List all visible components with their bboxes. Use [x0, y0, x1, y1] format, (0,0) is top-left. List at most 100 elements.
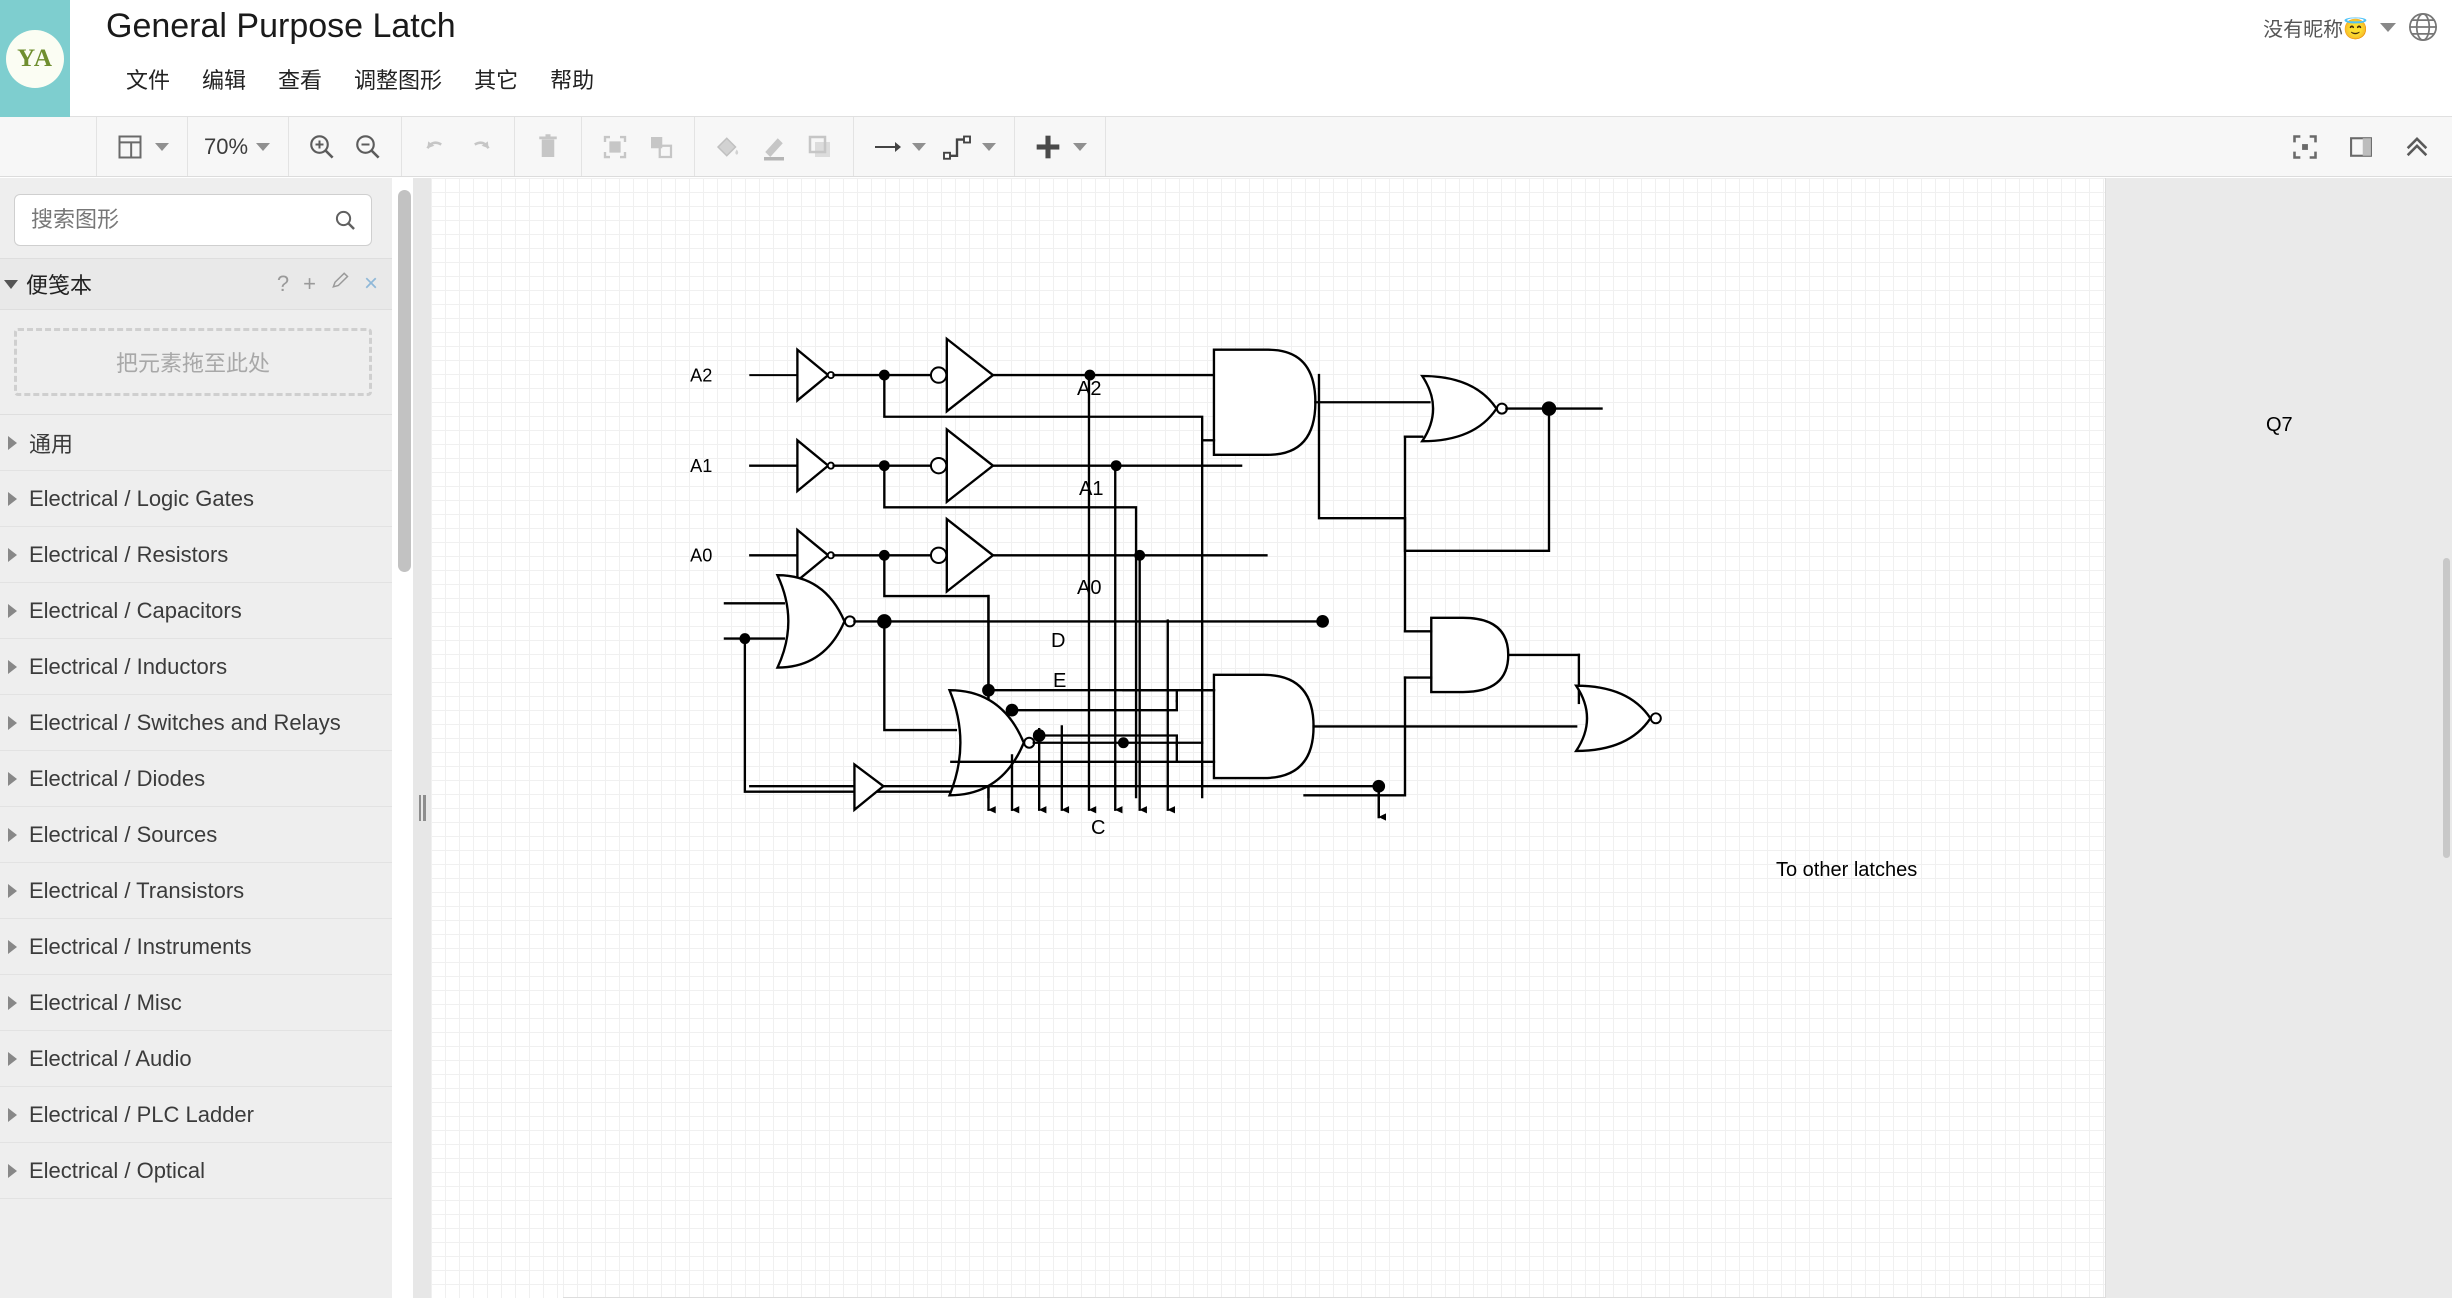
- layout-panel-button[interactable]: [107, 124, 153, 170]
- and-gate-mid: [1430, 616, 1510, 694]
- and-gate-lower: [1212, 673, 1315, 780]
- add-icon[interactable]: +: [303, 271, 316, 297]
- label-a0: A0: [690, 546, 712, 566]
- toolbar-group-style: [695, 117, 855, 176]
- category-inductors[interactable]: Electrical / Inductors: [0, 639, 392, 695]
- layout-chevron-down-icon[interactable]: [155, 142, 169, 151]
- triangle-right-icon: [8, 547, 17, 562]
- nor-bubble-bottom: [1649, 712, 1662, 725]
- menu-view[interactable]: 查看: [262, 60, 338, 98]
- search-icon[interactable]: [333, 207, 357, 233]
- diagram-canvas[interactable]: A2 A1 A0 A2 A1 A0 D E C Q7 To other latc…: [431, 178, 2452, 1298]
- latch-circuit-diagram[interactable]: A2 A1 A0: [661, 328, 2111, 1143]
- redo-button[interactable]: [458, 124, 504, 170]
- bring-to-front-button[interactable]: [592, 124, 638, 170]
- sidebar-scrollbar[interactable]: [398, 190, 412, 1298]
- insert-button[interactable]: [1025, 124, 1071, 170]
- app-logo[interactable]: YA: [0, 0, 70, 117]
- collapse-toolbar-button[interactable]: [2394, 124, 2440, 170]
- menu-bar: 文件 编辑 查看 调整图形 其它 帮助: [110, 60, 610, 98]
- category-capacitors[interactable]: Electrical / Capacitors: [0, 583, 392, 639]
- label-a1: A1: [1079, 478, 1104, 500]
- category-label: Electrical / Resistors: [29, 541, 229, 567]
- connection-arrow-button[interactable]: [864, 124, 910, 170]
- inv-bubble-a2: [929, 366, 948, 384]
- waypoint-button[interactable]: [934, 124, 980, 170]
- zoom-chevron-down-icon[interactable]: [256, 142, 271, 151]
- sidebar-scrollbar-thumb[interactable]: [398, 190, 411, 572]
- search-box[interactable]: [14, 194, 372, 246]
- zoom-in-icon: [310, 134, 334, 159]
- shadow-button[interactable]: [797, 124, 843, 170]
- nor-gate-q7: [1420, 374, 1498, 443]
- panel-splitter-handle[interactable]: [419, 795, 426, 821]
- label-c: C: [1091, 817, 1106, 839]
- category-transistors[interactable]: Electrical / Transistors: [0, 863, 392, 919]
- triangle-right-icon: [8, 1163, 17, 1178]
- undo-button[interactable]: [412, 124, 458, 170]
- category-general[interactable]: 通用: [0, 415, 392, 471]
- chevron-down-icon[interactable]: [2380, 22, 2396, 32]
- connection-chevron-down-icon[interactable]: [912, 142, 927, 151]
- help-icon[interactable]: ?: [277, 271, 289, 297]
- line-color-icon: [764, 137, 785, 160]
- menu-arrange[interactable]: 调整图形: [338, 60, 458, 98]
- category-audio[interactable]: Electrical / Audio: [0, 1031, 392, 1087]
- user-name-label[interactable]: 没有昵称😇: [2263, 13, 2368, 42]
- triangle-right-icon: [8, 939, 17, 954]
- triangle-right-icon: [8, 491, 17, 506]
- line-color-button[interactable]: [751, 124, 797, 170]
- category-resistors[interactable]: Electrical / Resistors: [0, 527, 392, 583]
- toolbar-group-zoom: [289, 117, 403, 176]
- triangle-right-icon: [8, 1107, 17, 1122]
- undo-icon: [426, 140, 442, 149]
- search-area: [0, 178, 392, 258]
- canvas-scrollbar-thumb[interactable]: [2443, 558, 2450, 858]
- inv-bubble-a1: [929, 456, 948, 475]
- delete-button[interactable]: [525, 124, 571, 170]
- category-misc[interactable]: Electrical / Misc: [0, 975, 392, 1031]
- insert-chevron-down-icon[interactable]: [1073, 142, 1088, 151]
- menu-edit[interactable]: 编辑: [186, 60, 262, 98]
- category-diodes[interactable]: Electrical / Diodes: [0, 751, 392, 807]
- triangle-down-icon[interactable]: [4, 279, 18, 289]
- pencil-icon[interactable]: [330, 271, 350, 297]
- zoom-out-button[interactable]: [345, 124, 391, 170]
- label-d: D: [1051, 630, 1066, 652]
- fill-color-button[interactable]: [705, 124, 751, 170]
- category-switches-and-relays[interactable]: Electrical / Switches and Relays: [0, 695, 392, 751]
- label-to-other-latches: To other latches: [1776, 859, 1918, 881]
- fit-page-button[interactable]: [2282, 124, 2328, 170]
- category-sources[interactable]: Electrical / Sources: [0, 807, 392, 863]
- category-instruments[interactable]: Electrical / Instruments: [0, 919, 392, 975]
- and-gate-top: [1212, 348, 1317, 456]
- menu-help[interactable]: 帮助: [534, 60, 610, 98]
- fit-page-icon: [2293, 135, 2317, 159]
- category-logic-gates[interactable]: Electrical / Logic Gates: [0, 471, 392, 527]
- close-icon[interactable]: ×: [364, 270, 378, 298]
- globe-icon[interactable]: [2408, 12, 2438, 42]
- category-label: Electrical / Switches and Relays: [29, 709, 341, 735]
- search-input[interactable]: [29, 206, 333, 234]
- menu-file[interactable]: 文件: [110, 60, 186, 98]
- waypoint-chevron-down-icon[interactable]: [982, 142, 997, 151]
- fill-color-icon: [716, 136, 739, 157]
- junction-in-and-lower-2: [1005, 703, 1019, 717]
- page-title[interactable]: General Purpose Latch: [106, 7, 456, 46]
- category-plc-ladder[interactable]: Electrical / PLC Ladder: [0, 1087, 392, 1143]
- canvas-vertical-scrollbar[interactable]: [2442, 178, 2452, 1298]
- category-label: Electrical / Capacitors: [29, 597, 242, 623]
- menu-extras[interactable]: 其它: [458, 60, 534, 98]
- scratchpad-header[interactable]: 便笺本 ? + ×: [0, 258, 392, 310]
- format-panel-button[interactable]: [2338, 124, 2384, 170]
- triangle-right-icon: [8, 771, 17, 786]
- scratchpad-dropzone[interactable]: 把元素拖至此处: [14, 328, 372, 396]
- category-optical[interactable]: Electrical / Optical: [0, 1143, 392, 1199]
- panel-splitter[interactable]: [413, 178, 431, 1298]
- zoom-in-button[interactable]: [299, 124, 345, 170]
- canvas-paper-left: [431, 178, 563, 1298]
- send-to-back-button[interactable]: [638, 124, 684, 170]
- toolbar-group-order: [582, 117, 696, 176]
- buffer-c: [853, 762, 886, 813]
- zoom-level-value[interactable]: 70%: [198, 134, 254, 160]
